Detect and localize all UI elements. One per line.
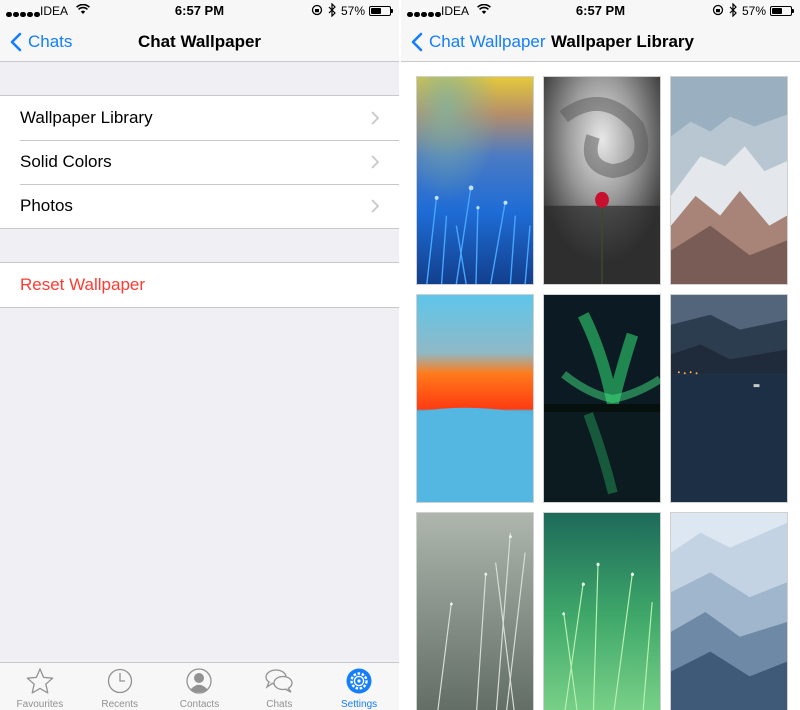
tab-recents-label: Recents xyxy=(101,699,139,710)
tab-settings-label: Settings xyxy=(341,699,378,710)
reset-wallpaper-label: Reset Wallpaper xyxy=(20,275,146,294)
tab-bar: Favourites Recents Contacts Chats Settin… xyxy=(0,662,399,710)
battery-level xyxy=(371,8,382,14)
page-title: Chat Wallpaper xyxy=(137,32,262,51)
status-bar: IDEA 6:57 PM 57% xyxy=(401,0,800,22)
wallpaper-thumbnail[interactable] xyxy=(543,76,661,285)
chat-bubbles-icon xyxy=(265,669,293,693)
rotation-lock-icon xyxy=(712,4,724,19)
tab-chats-label: Chats xyxy=(266,699,293,710)
tab-recents[interactable]: Recents xyxy=(80,663,160,710)
wallpaper-library-screen: IDEA 6:57 PM 57% Chat Wallpaper Wallpape… xyxy=(401,0,800,710)
wallpaper-thumbnail[interactable] xyxy=(670,294,788,503)
photos-label: Photos xyxy=(20,196,73,215)
reset-wallpaper-button[interactable]: Reset Wallpaper xyxy=(0,263,399,307)
wallpaper-thumbnail[interactable] xyxy=(670,512,788,710)
wallpaper-library-label: Wallpaper Library xyxy=(20,108,153,127)
solid-colors-row[interactable]: Solid Colors xyxy=(0,140,399,184)
wallpaper-thumbnail[interactable] xyxy=(670,76,788,285)
battery-percent: 57% xyxy=(741,4,766,18)
chevron-right-icon xyxy=(371,155,379,169)
clock-icon xyxy=(107,668,132,694)
bluetooth-icon xyxy=(328,2,336,20)
tab-contacts-label: Contacts xyxy=(179,699,220,710)
battery-percent: 57% xyxy=(340,4,365,18)
rotation-lock-icon xyxy=(311,4,323,19)
battery-level xyxy=(772,8,783,14)
wallpaper-thumbnail[interactable] xyxy=(543,512,661,710)
chevron-left-icon xyxy=(411,32,423,52)
photos-row[interactable]: Photos xyxy=(0,184,399,228)
gear-icon xyxy=(346,668,372,694)
chevron-right-icon xyxy=(371,199,379,213)
navigation-bar: Chats Chat Wallpaper xyxy=(0,22,399,62)
tab-settings[interactable]: Settings xyxy=(319,663,399,710)
bluetooth-icon xyxy=(729,2,737,20)
back-button[interactable]: Chat Wallpaper xyxy=(411,22,546,62)
wallpaper-options-group: Wallpaper Library Solid Colors Photos xyxy=(0,95,399,229)
solid-colors-label: Solid Colors xyxy=(20,152,112,171)
tab-chats[interactable]: Chats xyxy=(239,663,319,710)
wallpaper-thumbnail[interactable] xyxy=(416,512,534,710)
battery-icon xyxy=(369,6,393,16)
battery-icon xyxy=(770,6,794,16)
status-bar: IDEA 6:57 PM 57% xyxy=(0,0,399,22)
status-time: 6:57 PM xyxy=(174,3,225,18)
wallpaper-thumbnail[interactable] xyxy=(543,294,661,503)
tab-favourites[interactable]: Favourites xyxy=(0,663,80,710)
reset-group: Reset Wallpaper xyxy=(0,262,399,308)
status-time: 6:57 PM xyxy=(575,3,626,18)
contact-icon xyxy=(186,668,213,694)
navigation-bar: Chat Wallpaper Wallpaper Library xyxy=(401,22,800,62)
back-button-label: Chat Wallpaper xyxy=(429,32,546,51)
chat-wallpaper-screen: IDEA 6:57 PM 57% Chats Chat Wallpaper Wa… xyxy=(0,0,399,710)
chevron-right-icon xyxy=(371,111,379,125)
tab-favourites-label: Favourites xyxy=(16,699,64,710)
star-icon xyxy=(26,668,54,694)
wallpaper-library-row[interactable]: Wallpaper Library xyxy=(0,96,399,140)
page-title: Wallpaper Library xyxy=(551,32,694,51)
wallpaper-thumbnail[interactable] xyxy=(416,76,534,285)
wallpaper-thumbnail[interactable] xyxy=(416,294,534,503)
tab-contacts[interactable]: Contacts xyxy=(160,663,240,710)
